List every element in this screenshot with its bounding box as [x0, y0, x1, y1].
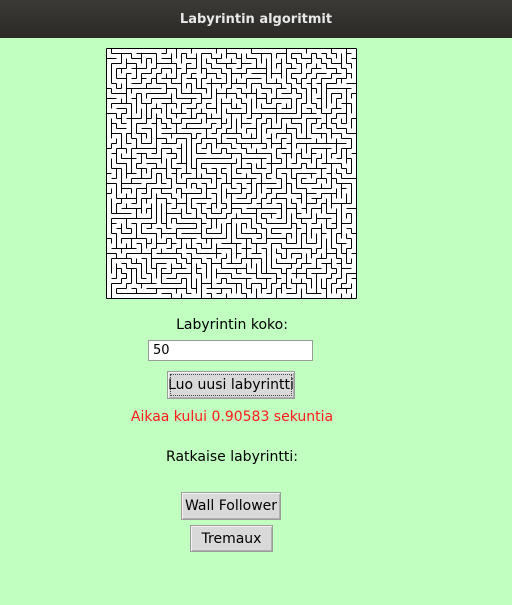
solve-maze-label: Ratkaise labyrintti:	[166, 449, 298, 465]
maze-walls	[106, 48, 357, 299]
window-titlebar: Labyrintin algoritmit	[0, 0, 512, 38]
maze-canvas	[106, 48, 357, 299]
tremaux-button[interactable]: Tremaux	[190, 525, 273, 552]
window-title: Labyrintin algoritmit	[179, 11, 333, 27]
maze-size-input[interactable]	[148, 340, 313, 361]
maze-size-label: Labyrintin koko:	[176, 317, 288, 333]
maze-drawing	[106, 48, 357, 299]
wall-follower-button[interactable]: Wall Follower	[181, 492, 281, 520]
new-maze-button[interactable]: Luo uusi labyrintti	[167, 371, 295, 399]
elapsed-time-status: Aikaa kului 0.90583 sekuntia	[130, 409, 334, 425]
